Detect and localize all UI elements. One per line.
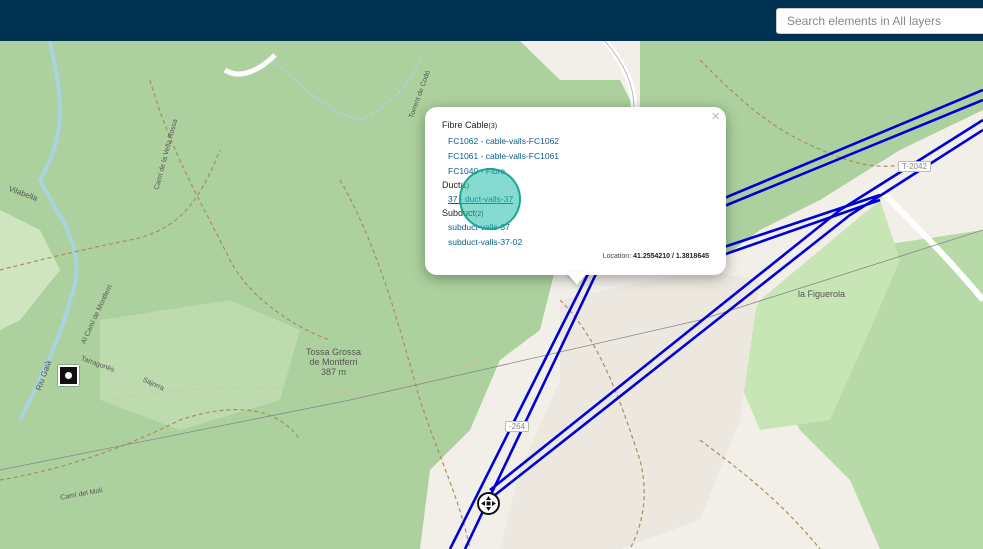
feature-link[interactable]: FC1040 - Fibre [448,166,505,176]
location-label: Location: [602,253,632,260]
feature-link[interactable]: subduct-valls-37-02 [448,237,522,247]
place-label-figuerola: la Figuerola [798,289,846,299]
location-readout: Location: 41.2554210 / 1.3818645 [603,253,709,260]
feature-link[interactable]: FC1061 - cable-valls-FC1061 [448,151,559,161]
location-value: 41.2554210 / 1.3818645 [633,253,709,260]
popup-tip [566,272,588,285]
search-input[interactable] [776,8,983,34]
feature-link[interactable]: FC1062 - cable-valls-FC1062 [448,136,559,146]
feature-link[interactable]: 37 - duct-valls-37 [448,194,513,204]
feature-link[interactable]: subduct-valls-37 [448,222,510,232]
section-fibre-cable: Fibre Cable(3) [442,120,497,130]
section-count: (2) [475,211,484,218]
road-ref-label: -264 [505,421,530,432]
section-title: Subduct [442,208,476,218]
top-bar [0,0,983,41]
section-count: (3) [488,123,498,130]
section-count: (1) [460,183,470,190]
square-dot-icon[interactable] [58,365,79,386]
section-title: Fibre Cable [442,120,489,130]
section-subduct: Subduct(2) [442,208,484,218]
peak-name-1: Tossa Grossa [306,347,362,357]
feature-info-popup: × Fibre Cable(3) FC1062 - cable-valls-FC… [425,107,726,275]
section-duct: Duct(1) [442,180,469,190]
close-icon[interactable]: × [711,108,720,126]
road-ref-label: T-2042 [898,161,931,172]
peak-label: Tossa Grossa de Montferri 387 m [306,347,361,377]
peak-name-2: de Montferri [309,357,358,367]
junction-node-icon[interactable] [477,492,500,515]
peak-elevation: 387 m [321,367,347,377]
section-title: Duct [442,180,461,190]
